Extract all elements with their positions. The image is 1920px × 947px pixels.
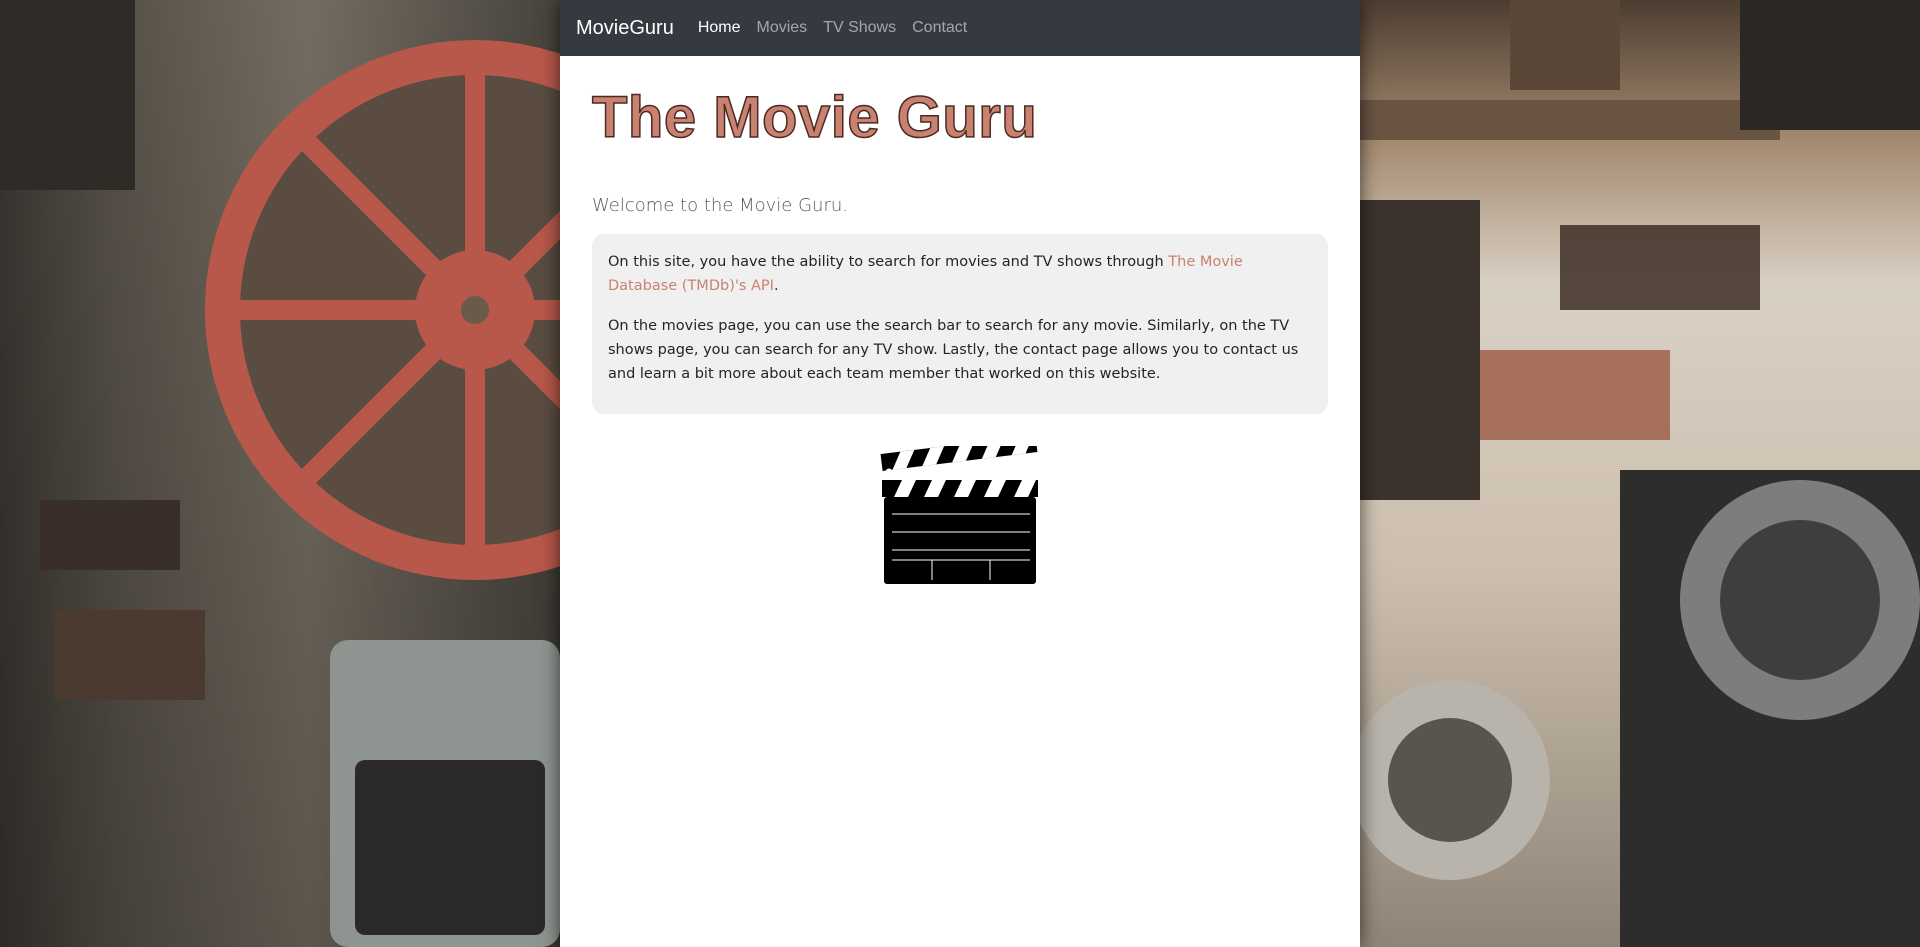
projector-face-shape [355,760,545,935]
description-paragraph: On the movies page, you can use the sear… [608,318,1299,382]
page-content: The Movie Guru Welcome to the Movie Guru… [560,56,1360,586]
projector-scene-icon [1360,0,1920,947]
nav-movies-link[interactable]: Movies [757,19,808,37]
navbar: MovieGuru Home Movies TV Shows Contact [560,0,1360,56]
clapperboard-icon [880,446,1038,584]
intro-end-text: . [773,278,779,294]
nav-tv-shows-link[interactable]: TV Shows [823,19,896,37]
main-container: MovieGuru Home Movies TV Shows Contact T… [560,0,1360,947]
info-panel: On this site, you have the ability to se… [592,234,1328,414]
nav-contact-link[interactable]: Contact [912,19,967,37]
brand-link[interactable]: MovieGuru [576,17,674,40]
projector-shape [0,0,135,190]
shelf-shape [40,500,180,570]
welcome-text: Welcome to the Movie Guru. [592,195,848,216]
nav-home-link[interactable]: Home [698,19,741,37]
page-title: The Movie Guru [591,84,1038,151]
shelf-shape [55,610,205,700]
clapperboard-image [592,446,1328,586]
film-reel-icon [205,40,570,580]
intro-paragraph: On this site, you have the ability to se… [608,250,1312,298]
intro-text: On this site, you have the ability to se… [608,254,1169,270]
